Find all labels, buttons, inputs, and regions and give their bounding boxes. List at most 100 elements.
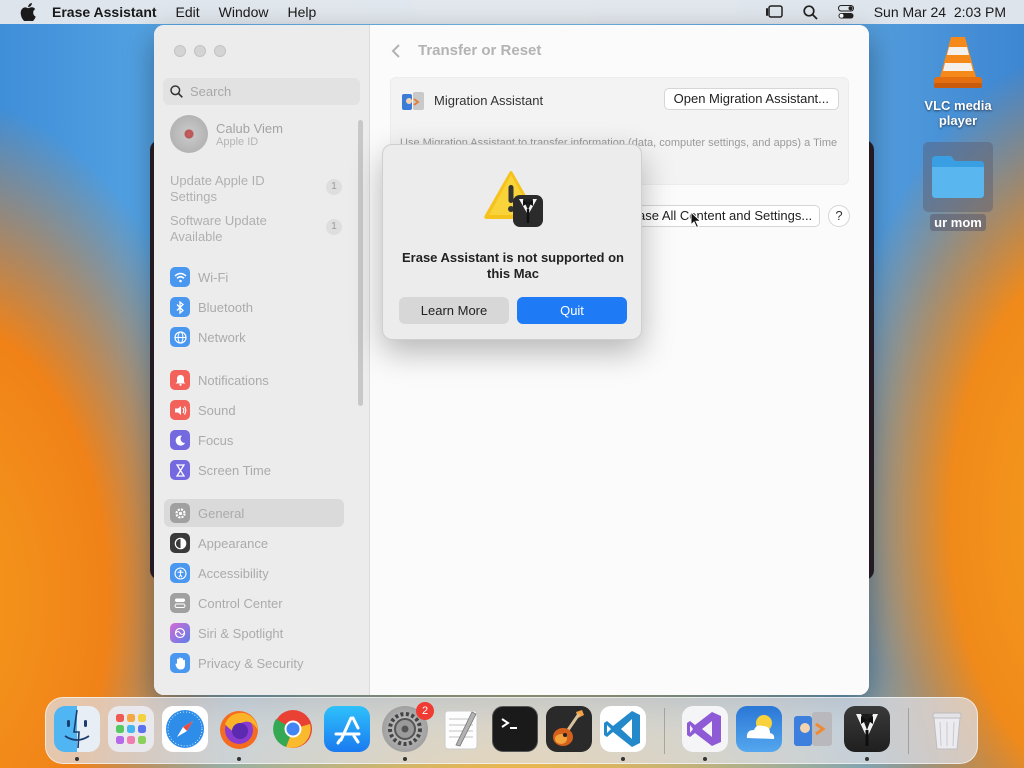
sidebar-item-bluetooth[interactable]: Bluetooth (170, 295, 344, 319)
erase-assistant-icon (856, 714, 878, 746)
menu-window[interactable]: Window (219, 4, 269, 20)
desktop-icon-label: ur mom (930, 214, 986, 231)
running-indicator (237, 757, 241, 761)
folder-icon (923, 142, 993, 212)
sidebar-item-sound[interactable]: Sound (170, 398, 344, 422)
migration-assistant-icon (401, 89, 425, 113)
appearance-icon (170, 533, 190, 553)
hand-icon (170, 653, 190, 673)
dock-app-terminal[interactable] (492, 706, 538, 752)
help-button[interactable]: ? (828, 205, 850, 227)
sidebar-item-label: Network (198, 329, 246, 345)
search-icon (170, 85, 183, 98)
dock-app-app-store[interactable] (324, 706, 370, 752)
erase-all-content-button[interactable]: Erase All Content and Settings... (624, 205, 820, 227)
speaker-icon (170, 400, 190, 420)
sidebar-item-general[interactable]: General (164, 499, 344, 527)
visual-studio-icon (687, 712, 721, 746)
dock-app-erase-assistant[interactable] (844, 706, 890, 752)
dock-app-textedit[interactable] (438, 706, 484, 752)
vlc-cone-icon (930, 33, 986, 91)
terminal-icon (501, 718, 517, 729)
vscode-icon (604, 711, 640, 747)
mouse-cursor-icon (690, 210, 702, 234)
running-indicator (865, 757, 869, 761)
update-apple-id-settings[interactable]: Update Apple ID Settings 1 (170, 173, 342, 205)
desktop-icon-label: VLC media player (924, 98, 992, 128)
migration-assistant-label: Migration Assistant (434, 93, 544, 108)
gear-icon (170, 503, 190, 523)
window-controls (174, 45, 226, 57)
dock-separator (908, 708, 909, 754)
back-chevron-icon[interactable] (390, 43, 402, 64)
bluetooth-icon (170, 297, 190, 317)
wifi-icon (170, 267, 190, 287)
control-center-icon (170, 593, 190, 613)
close-button[interactable] (174, 45, 186, 57)
dock-app-firefox[interactable] (216, 706, 262, 752)
dock-app-migration-assistant[interactable] (790, 706, 836, 752)
desktop-icon-vlc[interactable]: VLC media player (903, 33, 1013, 129)
sidebar-item-control-center[interactable]: Control Center (170, 591, 344, 615)
menu-app-name[interactable]: Erase Assistant (52, 4, 157, 20)
settings-content: Transfer or Reset Migration Assistant Op… (370, 25, 869, 695)
sidebar-item-screen-time[interactable]: Screen Time (170, 458, 344, 482)
notification-badge: 2 (416, 702, 434, 720)
sidebar-item-notifications[interactable]: Notifications (170, 368, 344, 392)
sidebar-item-label: Bluetooth (198, 299, 253, 315)
hourglass-icon (170, 460, 190, 480)
dock-app-safari[interactable] (162, 706, 208, 752)
dock-separator (664, 708, 665, 754)
quit-button[interactable]: Quit (517, 297, 627, 324)
dock-app-chrome[interactable] (270, 706, 316, 752)
minimize-button[interactable] (194, 45, 206, 57)
app-store-icon (334, 716, 361, 745)
sidebar-item-label: Privacy & Security (198, 655, 304, 671)
dock-app-launchpad[interactable] (108, 706, 154, 752)
control-center-icon[interactable] (837, 5, 854, 19)
warning-icon (483, 169, 547, 229)
sidebar-item-focus[interactable]: Focus (170, 428, 344, 452)
sidebar-item-wifi[interactable]: Wi-Fi (170, 265, 344, 289)
siri-icon (170, 623, 190, 643)
software-update-available[interactable]: Software Update Available 1 (170, 213, 342, 245)
stage-manager-icon[interactable] (765, 5, 783, 19)
zoom-button[interactable] (214, 45, 226, 57)
launchpad-icon (116, 714, 146, 744)
sidebar-item-label: Control Center (198, 595, 283, 611)
dock-app-weather[interactable] (736, 706, 782, 752)
moon-icon (170, 430, 190, 450)
desktop-icon-folder[interactable]: ur mom (903, 142, 1013, 231)
sidebar-item-accessibility[interactable]: Accessibility (170, 561, 344, 585)
running-indicator (621, 757, 625, 761)
weather-icon (746, 715, 775, 739)
sidebar-item-privacy-security[interactable]: Privacy & Security (170, 651, 344, 675)
profile-name: Calub Viem (216, 120, 283, 136)
search-input[interactable]: Search (163, 78, 360, 105)
sidebar-item-siri-spotlight[interactable]: Siri & Spotlight (170, 621, 344, 645)
apple-menu-icon[interactable] (18, 2, 38, 22)
sidebar-scrollbar[interactable] (358, 120, 363, 406)
dock-app-vscode[interactable] (600, 706, 646, 752)
open-migration-assistant-button[interactable]: Open Migration Assistant... (663, 88, 839, 110)
dock-app-finder[interactable] (54, 706, 100, 752)
menu-help[interactable]: Help (287, 4, 316, 20)
learn-more-button[interactable]: Learn More (399, 297, 509, 324)
dock-app-trash[interactable] (924, 706, 970, 752)
apple-id-profile[interactable]: Calub Viem Apple ID (170, 115, 283, 153)
dock-app-visual-studio[interactable] (682, 706, 728, 752)
textedit-icon (444, 710, 478, 750)
menubar-clock[interactable]: Sun Mar 24 2:03 PM (874, 4, 1006, 20)
migration-assistant-icon (794, 712, 832, 746)
sidebar-item-appearance[interactable]: Appearance (170, 531, 344, 555)
update-row-label: Software Update Available (170, 213, 267, 244)
sidebar-item-label: Accessibility (198, 565, 269, 581)
dock-app-garageband[interactable] (546, 706, 592, 752)
sidebar-item-label: Notifications (198, 372, 269, 388)
spotlight-search-icon[interactable] (803, 4, 818, 20)
update-row-label: Update Apple ID Settings (170, 173, 265, 204)
menu-edit[interactable]: Edit (176, 4, 200, 20)
sidebar-item-label: General (198, 505, 245, 521)
system-settings-window: Search Calub Viem Apple ID Update Apple … (154, 25, 869, 695)
sidebar-item-network[interactable]: Network (170, 325, 344, 349)
